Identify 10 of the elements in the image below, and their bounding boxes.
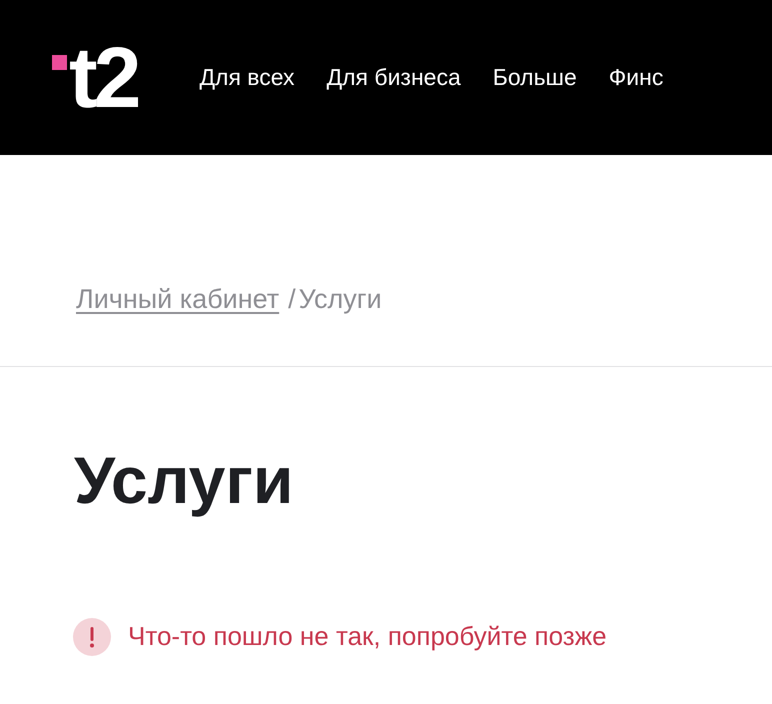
alert-icon (73, 618, 111, 656)
nav-link[interactable]: Больше (492, 60, 577, 95)
nav-link[interactable]: Финс (608, 60, 664, 95)
nav-link[interactable]: Для бизнеса (326, 60, 461, 95)
logo[interactable]: t2 (69, 34, 138, 120)
error-message: Что-то пошло не так, попробуйте позже (128, 620, 607, 653)
logo-mark-icon (52, 54, 67, 70)
nav-link[interactable]: Для всех (199, 60, 295, 95)
breadcrumb-separator: / (288, 284, 296, 314)
breadcrumb-current: Услуги (298, 284, 382, 314)
